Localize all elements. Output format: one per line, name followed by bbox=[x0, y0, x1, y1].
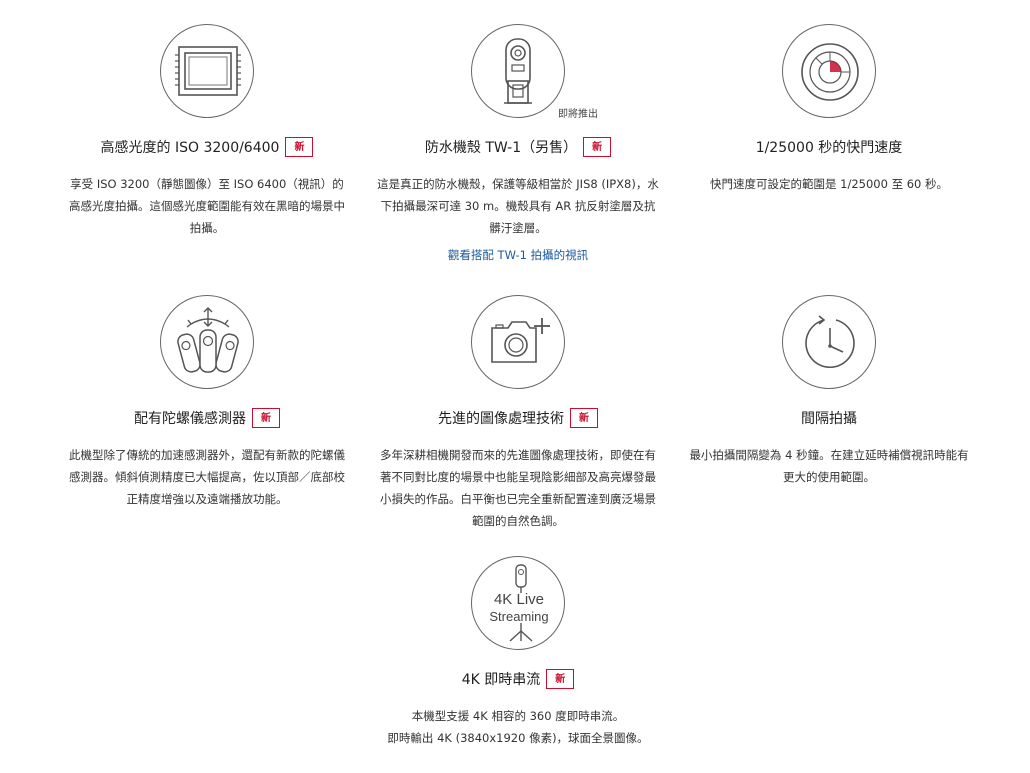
new-badge: 新 bbox=[546, 669, 575, 689]
new-badge: 新 bbox=[583, 137, 612, 157]
feature-description: 本機型支援 4K 相容的 360 度即時串流。 即時輸出 4K (3840x19… bbox=[368, 705, 668, 749]
shutter-icon bbox=[782, 24, 876, 118]
feature-title: 防水機殼 TW-1（另售） bbox=[424, 140, 578, 156]
feature-title: 1/25000 秒的快門速度 bbox=[755, 140, 903, 156]
feature-image-processing: 先進的圖像處理技術 新 多年深耕相機開發而來的先進圖像處理技術，即使在有著不同對… bbox=[368, 295, 668, 532]
watch-tw1-video-link[interactable]: 觀看搭配 TW-1 拍攝的視訊 bbox=[368, 247, 668, 263]
coming-soon-label: 即將推出 bbox=[558, 109, 598, 120]
new-badge: 新 bbox=[570, 408, 598, 428]
feature-title: 4K 即時串流 bbox=[461, 672, 541, 688]
feature-description: 最小拍攝間隔變為 4 秒鐘。在建立延時補償視訊時能有更大的使用範圍。 bbox=[689, 448, 969, 484]
feature-4k-live-streaming: 4K Live Streaming 4K 即時串流 新 本機型支援 4K 相容的… bbox=[368, 556, 668, 749]
live-streaming-icon-text: Streaming bbox=[489, 609, 548, 624]
feature-iso: 高感光度的 ISO 3200/6400 新 享受 ISO 3200（靜態圖像）至… bbox=[57, 24, 357, 239]
feature-description: 快門速度可設定的範圍是 1/25000 至 60 秒。 bbox=[709, 177, 949, 191]
feature-title: 配有陀螺儀感測器 bbox=[134, 411, 246, 427]
feature-title: 先進的圖像處理技術 bbox=[438, 411, 564, 427]
clock-icon bbox=[782, 295, 876, 389]
feature-title: 高感光度的 ISO 3200/6400 bbox=[100, 140, 280, 156]
sensor-icon bbox=[160, 24, 254, 118]
feature-gyro-sensor: 配有陀螺儀感測器 新 此機型除了傳統的加速感測器外，還配有新款的陀螺儀感測器。傾… bbox=[57, 295, 357, 510]
new-badge: 新 bbox=[252, 408, 280, 428]
feature-description: 多年深耕相機開發而來的先進圖像處理技術，即使在有著不同對比度的場景中也能呈現陰影… bbox=[380, 448, 656, 528]
live-streaming-icon-text: 4K Live bbox=[494, 591, 544, 608]
camera-plus-icon bbox=[471, 295, 565, 389]
feature-description-line: 本機型支援 4K 相容的 360 度即時串流。 bbox=[411, 709, 625, 723]
feature-description: 享受 ISO 3200（靜態圖像）至 ISO 6400（視訊）的高感光度拍攝。這… bbox=[69, 177, 345, 235]
gyro-sensor-icon bbox=[160, 295, 254, 389]
live-streaming-icon: 4K Live Streaming bbox=[471, 556, 565, 650]
feature-description: 此機型除了傳統的加速感測器外，還配有新款的陀螺儀感測器。傾斜偵測精度已大幅提高，… bbox=[69, 448, 345, 506]
waterproof-housing-icon: 即將推出 bbox=[471, 24, 598, 120]
feature-interval-shooting: 間隔拍攝 最小拍攝間隔變為 4 秒鐘。在建立延時補償視訊時能有更大的使用範圍。 bbox=[679, 295, 979, 488]
feature-shutter-speed: 1/25000 秒的快門速度 快門速度可設定的範圍是 1/25000 至 60 … bbox=[679, 24, 979, 195]
new-badge: 新 bbox=[285, 137, 314, 157]
feature-title: 間隔拍攝 bbox=[801, 411, 857, 427]
feature-waterproof-housing: 即將推出 防水機殼 TW-1（另售） 新 這是真正的防水機殼，保護等級相當於 J… bbox=[368, 24, 668, 263]
feature-description: 這是真正的防水機殼，保護等級相當於 JIS8 (IPX8)，水下拍攝最深可達 3… bbox=[377, 177, 659, 235]
feature-description-line: 即時輸出 4K (3840x1920 像素)，球面全景圖像。 bbox=[387, 731, 649, 745]
